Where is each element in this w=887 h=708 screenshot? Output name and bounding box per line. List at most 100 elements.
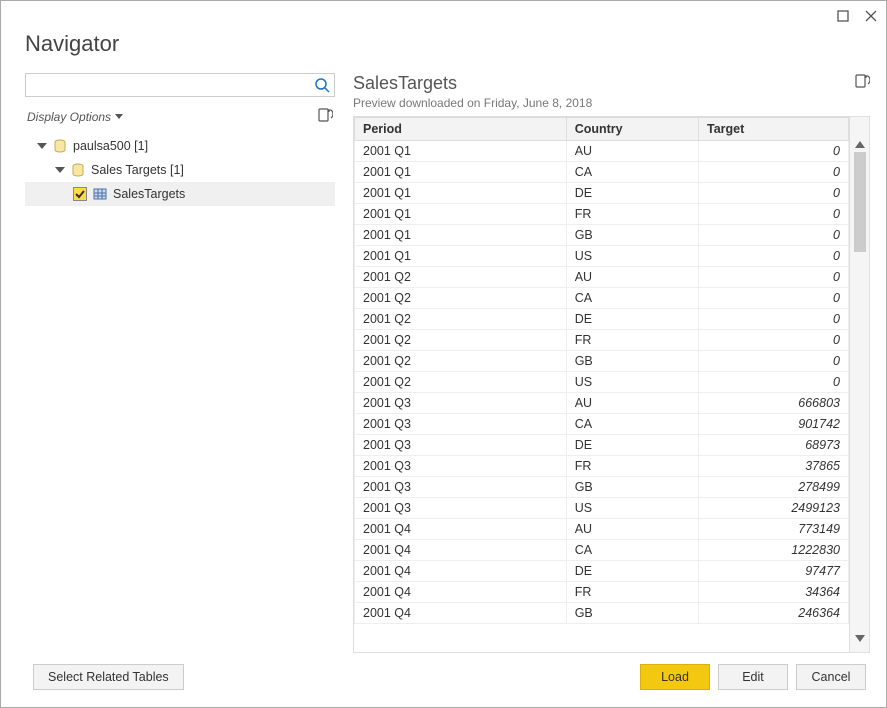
cell-period: 2001 Q1 <box>355 204 567 225</box>
cell-period: 2001 Q3 <box>355 456 567 477</box>
cell-country: CA <box>566 540 698 561</box>
search-input[interactable] <box>26 74 310 96</box>
table-row[interactable]: 2001 Q2GB0 <box>355 351 849 372</box>
cell-period: 2001 Q2 <box>355 267 567 288</box>
maximize-button[interactable] <box>836 9 850 23</box>
table-row[interactable]: 2001 Q4AU773149 <box>355 519 849 540</box>
table-row[interactable]: 2001 Q2CA0 <box>355 288 849 309</box>
table-row[interactable]: 2001 Q3US2499123 <box>355 498 849 519</box>
cell-country: GB <box>566 351 698 372</box>
tree-node-group[interactable]: Sales Targets [1] <box>25 158 335 182</box>
cell-country: FR <box>566 456 698 477</box>
scroll-thumb[interactable] <box>854 152 866 252</box>
close-button[interactable] <box>864 9 878 23</box>
expand-caret-icon[interactable] <box>55 167 65 173</box>
cell-country: DE <box>566 561 698 582</box>
refresh-tree-icon[interactable] <box>317 107 333 126</box>
preview-header: SalesTargets Preview downloaded on Frida… <box>353 73 870 116</box>
cell-period: 2001 Q1 <box>355 183 567 204</box>
search-box[interactable] <box>25 73 335 97</box>
table-row[interactable]: 2001 Q4FR34364 <box>355 582 849 603</box>
table-row[interactable]: 2001 Q2DE0 <box>355 309 849 330</box>
cell-country: FR <box>566 204 698 225</box>
table-row[interactable]: 2001 Q3GB278499 <box>355 477 849 498</box>
display-options-bar: Display Options <box>25 103 335 134</box>
cell-target: 246364 <box>699 603 849 624</box>
cell-period: 2001 Q1 <box>355 141 567 162</box>
cancel-button[interactable]: Cancel <box>796 664 866 690</box>
table-row[interactable]: 2001 Q4CA1222830 <box>355 540 849 561</box>
source-tree: paulsa500 [1] Sales Targets [1] <box>25 134 335 206</box>
cell-country: AU <box>566 141 698 162</box>
table-row[interactable]: 2001 Q3AU666803 <box>355 393 849 414</box>
cell-period: 2001 Q1 <box>355 162 567 183</box>
cell-target: 0 <box>699 288 849 309</box>
cell-target: 37865 <box>699 456 849 477</box>
title-bar <box>1 1 886 31</box>
cell-target: 773149 <box>699 519 849 540</box>
table-row[interactable]: 2001 Q3CA901742 <box>355 414 849 435</box>
display-options-label: Display Options <box>27 110 111 124</box>
cell-target: 0 <box>699 372 849 393</box>
table-row[interactable]: 2001 Q1FR0 <box>355 204 849 225</box>
cell-period: 2001 Q2 <box>355 309 567 330</box>
col-target[interactable]: Target <box>699 118 849 141</box>
table-icon <box>93 187 107 201</box>
scroll-up-arrow-icon[interactable] <box>855 141 865 148</box>
cell-target: 0 <box>699 204 849 225</box>
tree-node-database[interactable]: paulsa500 [1] <box>25 134 335 158</box>
cell-period: 2001 Q1 <box>355 246 567 267</box>
left-panel: Display Options paulsa500 [1] <box>25 73 335 653</box>
table-row[interactable]: 2001 Q1CA0 <box>355 162 849 183</box>
select-related-tables-button[interactable]: Select Related Tables <box>33 664 184 690</box>
cell-target: 0 <box>699 183 849 204</box>
table-row[interactable]: 2001 Q1GB0 <box>355 225 849 246</box>
cell-target: 278499 <box>699 477 849 498</box>
cell-period: 2001 Q1 <box>355 225 567 246</box>
cell-country: AU <box>566 393 698 414</box>
search-icon[interactable] <box>314 77 330 93</box>
expand-caret-icon[interactable] <box>37 143 47 149</box>
table-row[interactable]: 2001 Q1AU0 <box>355 141 849 162</box>
footer: Select Related Tables Load Edit Cancel <box>1 657 886 707</box>
table-row[interactable]: 2001 Q3DE68973 <box>355 435 849 456</box>
preview-title: SalesTargets <box>353 73 592 94</box>
cell-target: 0 <box>699 309 849 330</box>
refresh-preview-icon[interactable] <box>854 73 870 92</box>
cell-country: AU <box>566 267 698 288</box>
table-row[interactable]: 2001 Q1DE0 <box>355 183 849 204</box>
cell-target: 1222830 <box>699 540 849 561</box>
table-row[interactable]: 2001 Q2FR0 <box>355 330 849 351</box>
checkbox-checked[interactable] <box>73 187 87 201</box>
cell-period: 2001 Q4 <box>355 519 567 540</box>
cell-target: 0 <box>699 351 849 372</box>
col-period[interactable]: Period <box>355 118 567 141</box>
col-country[interactable]: Country <box>566 118 698 141</box>
tree-node-table[interactable]: SalesTargets <box>25 182 335 206</box>
load-button[interactable]: Load <box>640 664 710 690</box>
cell-country: CA <box>566 288 698 309</box>
navigator-dialog: Navigator Display Options <box>0 0 887 708</box>
table-row[interactable]: 2001 Q1US0 <box>355 246 849 267</box>
table-row[interactable]: 2001 Q4DE97477 <box>355 561 849 582</box>
table-row[interactable]: 2001 Q4GB246364 <box>355 603 849 624</box>
table-row[interactable]: 2001 Q2AU0 <box>355 267 849 288</box>
cell-target: 68973 <box>699 435 849 456</box>
vertical-scrollbar[interactable] <box>850 116 870 653</box>
table-row[interactable]: 2001 Q2US0 <box>355 372 849 393</box>
cell-target: 2499123 <box>699 498 849 519</box>
cell-period: 2001 Q2 <box>355 372 567 393</box>
cell-period: 2001 Q2 <box>355 351 567 372</box>
display-options-dropdown[interactable]: Display Options <box>27 110 123 124</box>
cell-period: 2001 Q3 <box>355 477 567 498</box>
chevron-down-icon <box>115 114 123 119</box>
edit-button[interactable]: Edit <box>718 664 788 690</box>
preview-panel: SalesTargets Preview downloaded on Frida… <box>353 73 870 653</box>
table-row[interactable]: 2001 Q3FR37865 <box>355 456 849 477</box>
cell-country: US <box>566 246 698 267</box>
cell-target: 0 <box>699 141 849 162</box>
preview-grid[interactable]: Period Country Target 2001 Q1AU02001 Q1C… <box>353 116 850 653</box>
scroll-down-arrow-icon[interactable] <box>855 635 865 642</box>
cell-country: DE <box>566 435 698 456</box>
cell-target: 0 <box>699 330 849 351</box>
